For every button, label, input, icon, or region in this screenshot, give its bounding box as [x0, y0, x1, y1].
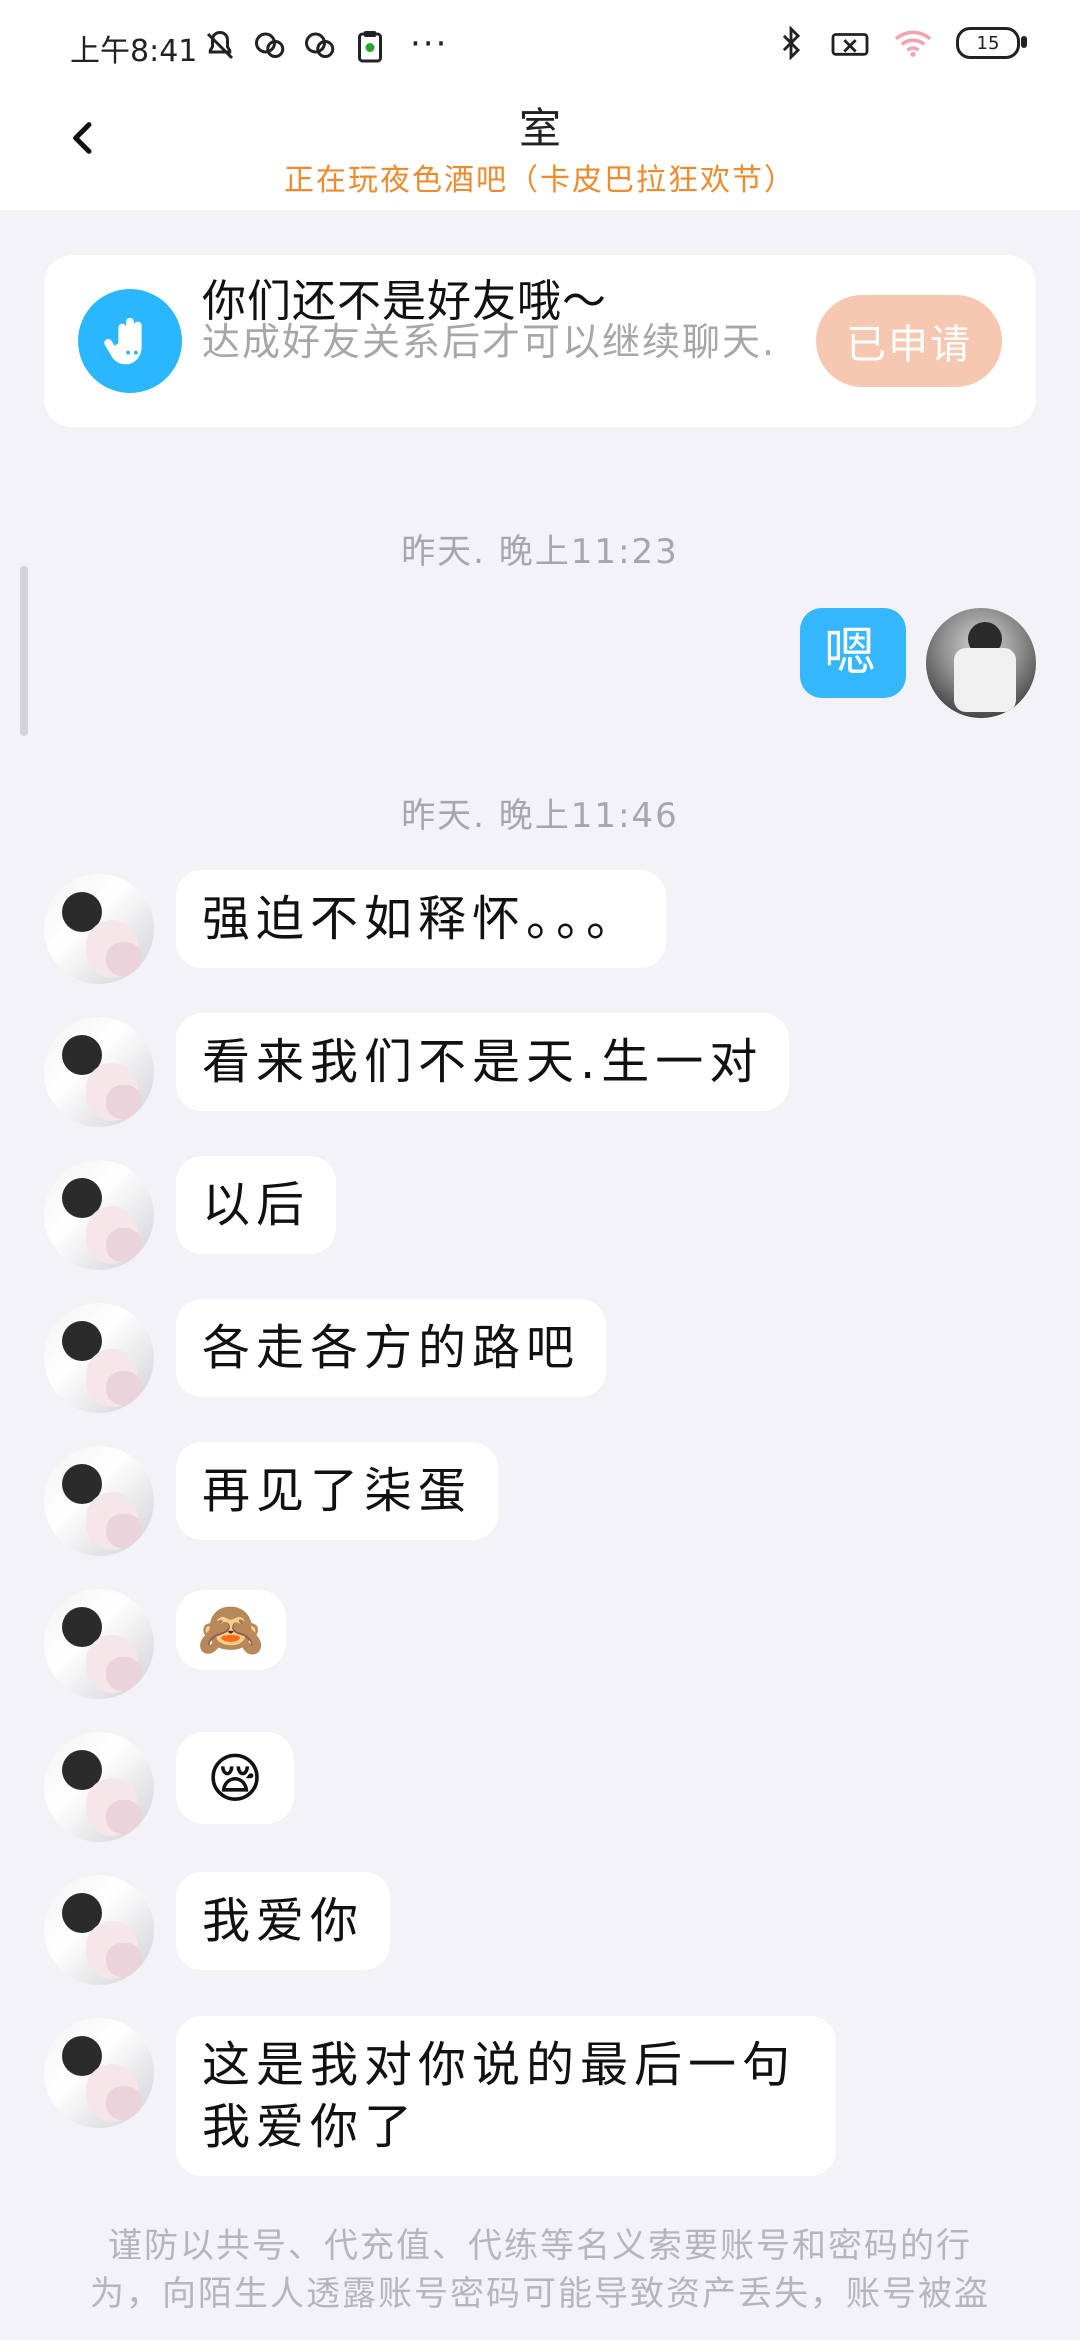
monkey-emoji[interactable]: 🙈 — [176, 1590, 286, 1670]
contact-avatar[interactable] — [44, 1875, 154, 1985]
status-more: ··· — [410, 24, 449, 64]
contact-avatar[interactable] — [44, 2018, 154, 2128]
page-subtitle: 正在玩夜色酒吧（卡皮巴拉狂欢节） — [284, 163, 796, 198]
no-signal-icon — [831, 33, 869, 56]
applied-button[interactable]: 已申请 — [816, 295, 1002, 387]
wechat-icon — [305, 32, 335, 58]
friend-status-card: 你们还不是好友哦〜 达成好友关系后才可以继续聊天. 已申请 — [44, 255, 1036, 427]
message-bubble[interactable]: 我爱你 — [176, 1872, 391, 1970]
contact-avatar[interactable] — [44, 1017, 154, 1127]
contact-avatar[interactable] — [44, 1160, 154, 1270]
timestamp-2: 昨天. 晚上11:46 — [401, 796, 679, 836]
contact-avatar[interactable] — [44, 1589, 154, 1699]
page-title: 室 — [518, 104, 561, 153]
friend-card-subtitle: 达成好友关系后才可以继续聊天. — [202, 320, 777, 364]
wifi-icon — [894, 30, 932, 57]
clipboard-icon — [358, 31, 382, 63]
mute-bell-icon — [206, 30, 234, 60]
sleepy-emoji[interactable]: 😪 — [176, 1732, 294, 1824]
my-avatar[interactable] — [926, 608, 1036, 718]
battery-level: 15 — [976, 32, 1000, 54]
battery-icon: 15 — [956, 27, 1027, 59]
hand-icon-svg — [104, 317, 142, 365]
contact-avatar[interactable] — [44, 1732, 154, 1842]
message-bubble[interactable]: 这是我对你说的最后一句我爱你了 — [176, 2016, 836, 2176]
status-right: 15 — [774, 26, 1027, 60]
contact-avatar[interactable] — [44, 1303, 154, 1413]
message-bubble[interactable]: 以后 — [176, 1156, 337, 1254]
hand-icon — [78, 289, 182, 393]
wechat-icon — [255, 32, 285, 58]
scroll-indicator[interactable] — [20, 566, 28, 736]
status-bar: 上午8:41 ··· 15 — [0, 0, 1080, 92]
status-time: 上午8:41 — [70, 34, 198, 69]
message-bubble[interactable]: 各走各方的路吧 — [176, 1299, 607, 1397]
my-message-bubble[interactable]: 嗯 — [800, 608, 907, 698]
message-bubble[interactable]: 再见了柒蛋 — [176, 1442, 499, 1540]
message-bubble[interactable]: 强迫不如释怀。。。 — [176, 870, 667, 968]
top-area: 上午8:41 ··· 15 室 正在玩夜色酒吧（卡皮巴拉狂欢节） — [0, 0, 1080, 210]
contact-avatar[interactable] — [44, 874, 154, 984]
message-bubble[interactable]: 看来我们不是天.生一对 — [176, 1013, 790, 1111]
security-notice: 谨防以共号、代充值、代练等名义索要账号和密码的行为，向陌生人透露账号密码可能导致… — [90, 2226, 990, 2314]
bluetooth-icon — [782, 26, 801, 60]
timestamp-1: 昨天. 晚上11:23 — [401, 532, 679, 572]
contact-avatar[interactable] — [44, 1446, 154, 1556]
my-avatar-shirt — [954, 648, 1016, 712]
